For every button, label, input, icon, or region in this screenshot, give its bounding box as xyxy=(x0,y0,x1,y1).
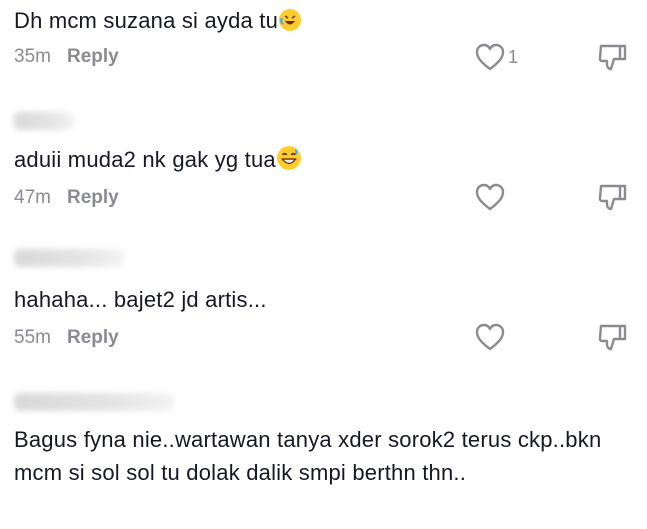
sweat-smile-emoji xyxy=(276,145,302,181)
blurred-username xyxy=(14,112,74,130)
reply-button[interactable]: Reply xyxy=(67,46,119,68)
comment-time: 47m xyxy=(14,187,51,208)
thumbs-down-icon xyxy=(598,184,627,211)
rolling-laughing-emoji xyxy=(278,8,302,42)
reply-button[interactable]: Reply xyxy=(67,327,119,349)
comment-text-body: hahaha... bajet2 jd artis... xyxy=(14,287,267,312)
thumbs-down-icon xyxy=(598,44,627,71)
like-button[interactable]: 1 xyxy=(474,42,518,72)
thumbs-down-icon xyxy=(598,324,627,351)
like-button[interactable] xyxy=(474,322,506,352)
comment-text-body: Bagus fyna nie..wartawan tanya xder soro… xyxy=(14,427,602,485)
dislike-button[interactable] xyxy=(596,182,628,219)
dislike-button[interactable] xyxy=(596,42,628,79)
comment-text: aduii muda2 nk gak yg tua xyxy=(14,143,614,181)
like-count: 1 xyxy=(508,46,519,67)
heart-outline-icon xyxy=(475,323,505,351)
comment-text: hahaha... bajet2 jd artis... xyxy=(14,283,614,317)
comment-time: 35m xyxy=(14,46,51,67)
comment-meta: 35m Reply xyxy=(14,46,119,68)
comment-meta: 55m Reply xyxy=(14,327,119,349)
blurred-username xyxy=(14,393,174,411)
reply-button[interactable]: Reply xyxy=(67,187,119,209)
comment-text-body: Dh mcm suzana si ayda tu xyxy=(14,8,279,33)
blurred-username xyxy=(14,249,124,267)
dislike-button[interactable] xyxy=(596,322,628,359)
heart-outline-icon xyxy=(475,43,505,71)
comment-text: Dh mcm suzana si ayda tu xyxy=(14,4,614,42)
comment-time: 55m xyxy=(14,327,51,348)
comment-text-body: aduii muda2 nk gak yg tua xyxy=(14,147,276,172)
comment-text: Bagus fyna nie..wartawan tanya xder soro… xyxy=(14,423,624,489)
comment-meta: 47m Reply xyxy=(14,187,119,209)
like-button[interactable] xyxy=(474,182,506,212)
heart-outline-icon xyxy=(475,183,505,211)
